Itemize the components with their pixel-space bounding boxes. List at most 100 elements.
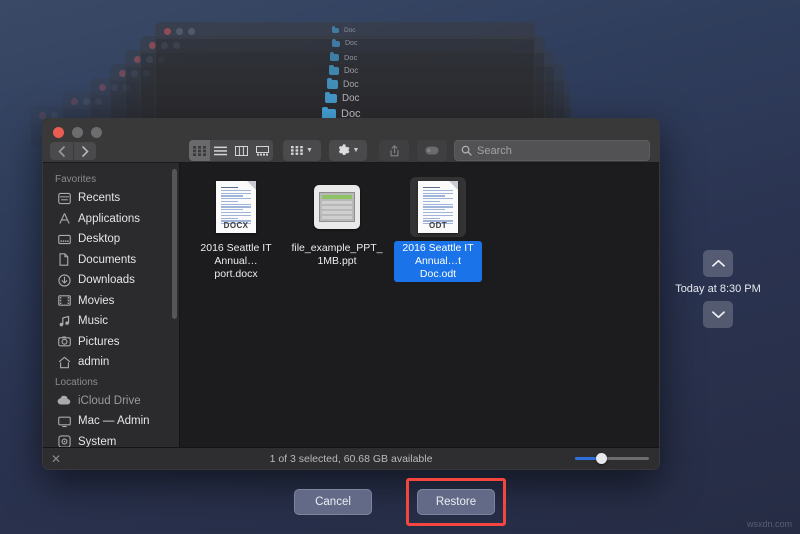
page-line: [221, 214, 251, 216]
sidebar-item-icloud-drive[interactable]: iCloud Drive: [43, 391, 179, 412]
forward-button[interactable]: [73, 142, 96, 160]
stack-folder-row[interactable]: Doc: [332, 38, 357, 47]
sidebar-item-label: Mac — Admin: [78, 415, 150, 428]
stack-folder-label: Doc: [342, 93, 360, 104]
page-line: [221, 195, 243, 197]
icon-view-button[interactable]: [189, 140, 210, 161]
chevron-right-icon: [81, 145, 89, 157]
action-menu-button[interactable]: ▼: [329, 140, 367, 161]
stack-folder-label: Doc: [344, 66, 359, 75]
gallery-icon: [256, 145, 269, 156]
page-line: [221, 187, 238, 189]
page-line: [423, 200, 440, 203]
file-icon[interactable]: DOCX: [208, 177, 264, 237]
file-icon-grid: DOCX 2016 Seattle IT Annual…port.docx file_…: [180, 177, 659, 282]
page-line: [423, 214, 453, 216]
sidebar-item-pictures[interactable]: Pictures: [43, 332, 179, 353]
ghost-close-button: [71, 97, 78, 105]
minimize-button[interactable]: [72, 127, 83, 138]
page-line: [221, 212, 251, 214]
chevron-down-icon: ▼: [306, 147, 313, 154]
ghost-window-button: [176, 27, 183, 35]
zoom-button[interactable]: [91, 127, 102, 138]
restore-button[interactable]: Restore: [417, 489, 495, 515]
sidebar-item-music[interactable]: Music: [43, 311, 179, 332]
gear-icon: [338, 144, 350, 156]
file-item[interactable]: DOCX 2016 Seattle IT Annual…port.docx: [192, 177, 280, 282]
search-field[interactable]: Search: [454, 140, 650, 161]
slider-knob[interactable]: [595, 453, 607, 464]
stack-folder-row[interactable]: Doc: [327, 77, 359, 89]
columns-icon: [235, 145, 248, 156]
file-format-badge: DOCX: [223, 221, 249, 230]
cancel-button[interactable]: Cancel: [294, 489, 372, 515]
sidebar-item-recents[interactable]: Recents: [43, 188, 179, 209]
file-name-label[interactable]: file_example_PPT_ 1MB.ppt: [288, 241, 385, 269]
applications-icon: [57, 212, 71, 226]
sidebar-item-label: Movies: [78, 294, 115, 307]
file-name-label[interactable]: 2016 Seattle IT Annual…t Doc.odt: [394, 241, 482, 282]
stack-folder-row[interactable]: Doc: [332, 26, 356, 34]
group-by-button[interactable]: ▼: [283, 140, 321, 161]
timemachine-up-button[interactable]: [703, 250, 733, 277]
downloads-icon: [57, 273, 71, 287]
ghost-close-button: [99, 83, 106, 91]
sidebar-section-header: Locations: [55, 376, 98, 388]
sidebar-item-label: iCloud Drive: [78, 394, 141, 407]
sidebar-item-movies[interactable]: Movies: [43, 291, 179, 312]
file-browser-content[interactable]: DOCX 2016 Seattle IT Annual…port.docx file_…: [180, 163, 659, 447]
display-icon: [57, 414, 71, 428]
recents-icon: [57, 191, 71, 205]
slide-content-row: [322, 206, 352, 209]
ghost-window-button: [188, 27, 195, 35]
file-name-label[interactable]: 2016 Seattle IT Annual…port.docx: [192, 241, 280, 282]
page-line: [221, 189, 251, 191]
page-line: [423, 206, 453, 208]
disk-icon: [57, 435, 71, 447]
finder-body: Favorites Recents Applications Desktop Docum…: [43, 163, 659, 447]
stack-folder-row[interactable]: Doc: [329, 64, 359, 75]
file-item[interactable]: ODT 2016 Seattle IT Annual…t Doc.odt: [394, 177, 482, 282]
file-item[interactable]: file_example_PPT_ 1MB.ppt: [291, 177, 383, 282]
close-button[interactable]: [53, 127, 64, 138]
page-line: [423, 192, 453, 194]
page-line: [423, 189, 453, 191]
sidebar-item-downloads[interactable]: Downloads: [43, 270, 179, 291]
folder-icon: [332, 26, 339, 33]
sidebar-item-system[interactable]: System: [43, 432, 179, 447]
status-text: 1 of 3 selected, 60.68 GB available: [269, 452, 433, 465]
tag-button[interactable]: [417, 140, 447, 161]
finder-sidebar[interactable]: Favorites Recents Applications Desktop Docum…: [43, 163, 180, 447]
stack-folder-row[interactable]: Doc: [330, 52, 357, 62]
timemachine-date-label: Today at 8:30 PM: [675, 283, 761, 295]
documents-icon: [57, 253, 71, 267]
timemachine-down-button[interactable]: [703, 301, 733, 328]
column-view-button[interactable]: [231, 140, 252, 161]
file-icon[interactable]: ODT: [410, 177, 466, 237]
list-view-button[interactable]: [210, 140, 231, 161]
grid-small-icon: [291, 146, 303, 155]
x-icon[interactable]: ✕: [51, 452, 61, 466]
page-line: [221, 209, 243, 211]
search-placeholder: Search: [477, 144, 512, 157]
sidebar-item-admin[interactable]: admin: [43, 352, 179, 373]
sidebar-item-desktop[interactable]: Desktop: [43, 229, 179, 250]
timemachine-restore-screen: DocDocDocDocDocDocDocDoc: [0, 0, 800, 534]
file-icon[interactable]: [309, 177, 365, 237]
icon-size-slider[interactable]: [575, 453, 649, 465]
back-button[interactable]: [50, 142, 73, 160]
file-name-line: 1MB.ppt: [317, 255, 357, 267]
view-mode-group: [189, 140, 273, 161]
sidebar-item-applications[interactable]: Applications: [43, 209, 179, 230]
sidebar-item-documents[interactable]: Documents: [43, 250, 179, 271]
stack-folder-row[interactable]: Doc: [325, 92, 360, 104]
ghost-close-button: [164, 27, 171, 35]
file-name-line: Annual…port.docx: [214, 255, 258, 280]
sidebar-item-label: Applications: [78, 212, 141, 225]
sidebar-item-mac-admin[interactable]: Mac — Admin: [43, 411, 179, 432]
sidebar-scrollbar[interactable]: [172, 169, 177, 319]
page-line: [221, 206, 251, 208]
pictures-icon: [57, 335, 71, 349]
gallery-view-button[interactable]: [252, 140, 273, 161]
share-button[interactable]: [379, 140, 409, 161]
